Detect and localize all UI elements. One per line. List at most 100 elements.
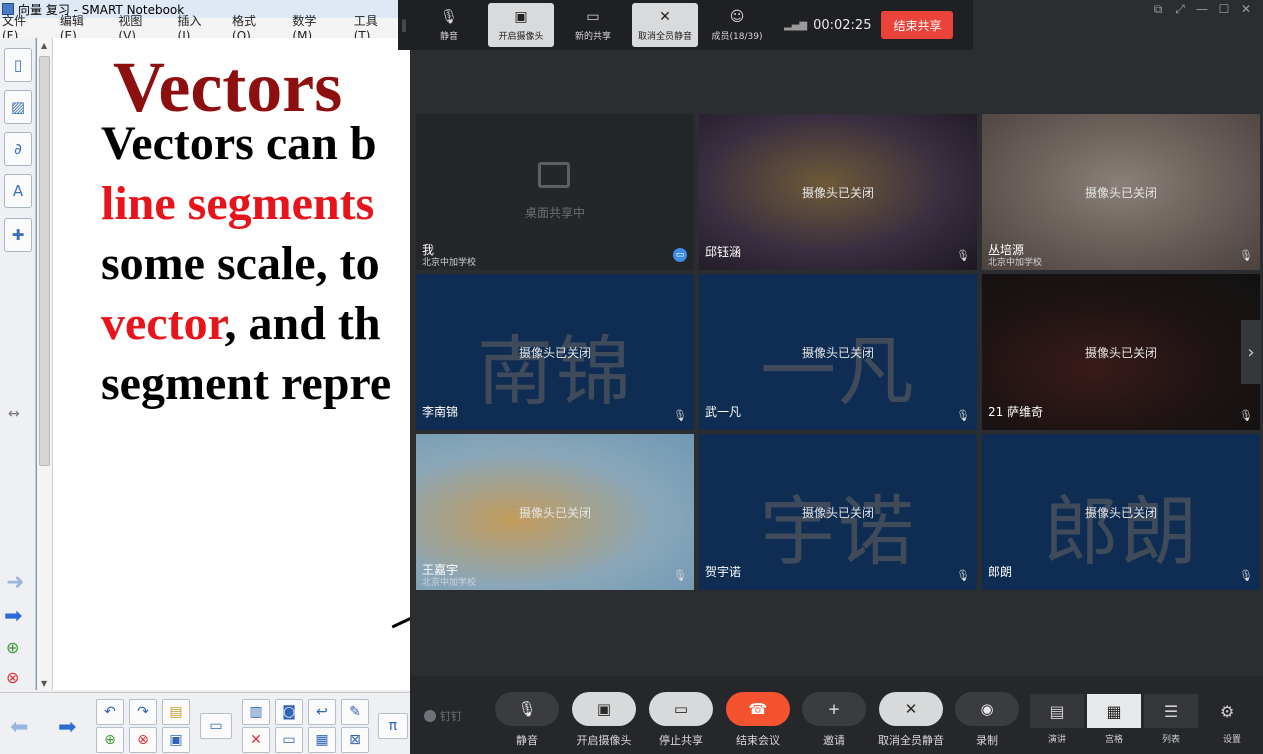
scroll-up-icon[interactable]: ▲ [41, 41, 47, 50]
slide-page[interactable]: Vectors Vectors can b line segments some s… [53, 38, 410, 690]
camera-off-icon: ▣ [514, 8, 528, 25]
mic-muted-icon: 🎙 [956, 409, 970, 422]
slide-text-line: Vectors can b [101, 116, 377, 171]
scroll-down-icon[interactable]: ▼ [41, 679, 47, 688]
toolbar-back-icon[interactable]: ⬅ [10, 715, 28, 740]
toolbar-item-label: 静音 [439, 31, 458, 42]
undo-icon[interactable]: ↶ [96, 699, 124, 725]
maximize-icon[interactable]: ☐ [1213, 2, 1235, 17]
fullscreen-icon[interactable]: ⤢ [1169, 2, 1191, 17]
end-share-button[interactable]: 结束共享 [881, 11, 954, 39]
paste-icon[interactable]: ▥ [242, 699, 270, 725]
invite-icon: + [827, 700, 841, 718]
participant-name: 武一凡 [705, 405, 742, 419]
next-page-arrow-icon[interactable]: › [1241, 320, 1261, 384]
toolbar-item[interactable]: ▣ 开启摄像头 [488, 3, 554, 47]
next-page-icon[interactable]: ➡ [4, 604, 22, 629]
pip-icon[interactable]: ⧉ [1147, 2, 1169, 17]
resize-handle-icon[interactable]: ↔ [8, 406, 20, 422]
delete-page-icon[interactable]: ⊗ [6, 668, 19, 687]
invite-button[interactable]: + [802, 692, 866, 726]
grid-view-button[interactable]: ▦ [1087, 694, 1141, 728]
ink-aware-icon[interactable]: ✎ [341, 699, 369, 725]
math-symbol-icon[interactable]: π [378, 713, 408, 739]
speaker-view-button[interactable]: ▤ [1030, 694, 1084, 728]
tile-status: 摄像头已关闭 [1084, 346, 1157, 360]
stop-share-button[interactable]: ▭ [649, 692, 713, 726]
redo-icon[interactable]: ↷ [129, 699, 157, 725]
dingtalk-logo-icon [424, 710, 436, 722]
microphone-icon: 🎙 [517, 700, 537, 718]
minimize-icon[interactable]: — [1191, 2, 1213, 17]
slide-text-line: segment repre [101, 356, 391, 411]
drag-handle-icon[interactable]: ‖ [398, 3, 410, 47]
participant-name: 贺宇诺 [705, 565, 742, 579]
mic-muted-icon: 🎙 [1239, 409, 1253, 422]
participant-tile[interactable]: 摄像头已关闭 21 萨维奇 🎙 [982, 274, 1260, 430]
mic-muted-icon: 🎙 [1239, 569, 1253, 582]
members-icon: ☺ [729, 8, 745, 25]
settings-icon[interactable]: ⚙ [1220, 702, 1234, 721]
toolbar-forward-icon[interactable]: ➡ [58, 715, 76, 740]
ink-stroke [391, 614, 410, 629]
participant-org: 北京中加学校 [422, 578, 477, 588]
toolbar-item[interactable]: 🎙 静音 [416, 3, 482, 47]
view-button-label: 列表 [1161, 735, 1180, 745]
share-toolbar: ‖ 🎙 静音 ▣ 开启摄像头 ▭ 新的共享 ✕ 取消全员静音 ☺ 成员(18/39) ▂▄▆ 00… [398, 0, 973, 50]
open-folder-icon[interactable]: ▤ [162, 699, 190, 725]
participant-tile[interactable]: 摄像头已关闭 王嘉宇 北京中加学校 🎙 [416, 434, 694, 590]
addons-icon[interactable]: ✚ [4, 218, 32, 252]
insert-page-icon[interactable]: ⊕ [96, 727, 124, 753]
camera-off-button[interactable]: ▣ [572, 692, 636, 726]
microphone-icon: 🎙 [440, 8, 458, 25]
reveal-icon[interactable]: ▭ [275, 727, 303, 753]
slide-text-run: , and th [224, 297, 381, 350]
tile-status: 桌面共享中 [524, 206, 585, 220]
toolbar-item[interactable]: ☺ 成员(18/39) [704, 3, 770, 47]
fit-icon[interactable]: ⊠ [341, 727, 369, 753]
mute-all-icon: ✕ [904, 700, 918, 718]
participant-tile[interactable]: 摄像头已关闭 丛培源 北京中加学校 🎙 [982, 114, 1260, 270]
participant-tile[interactable]: 摄像头已关闭 邱钰涵 🎙 [699, 114, 977, 270]
save-icon[interactable]: ▣ [162, 727, 190, 753]
gallery-icon[interactable]: ▨ [4, 90, 32, 124]
notebook-scrollbar[interactable]: ▲ ▼ [37, 38, 53, 690]
screen-mode-icon[interactable]: ▭ [200, 713, 232, 739]
list-view-button[interactable]: ☰ [1144, 694, 1198, 728]
remove-page-icon[interactable]: ⊗ [129, 727, 157, 753]
participant-tile[interactable]: 南锦 摄像头已关闭 李南锦 🎙 [416, 274, 694, 430]
mute-all-button[interactable]: ✕ [879, 692, 943, 726]
screen-capture-icon[interactable]: ◙ [275, 699, 303, 725]
microphone-button[interactable]: 🎙 [495, 692, 559, 726]
tile-status: 摄像头已关闭 [801, 346, 874, 360]
attachments-icon[interactable]: ∂ [4, 132, 32, 166]
participant-tile[interactable]: 郎朗 摄像头已关闭 郎朗 🎙 [982, 434, 1260, 590]
properties-icon[interactable]: A [4, 174, 32, 208]
settings-label: 设置 [1222, 735, 1241, 745]
previous-page-icon[interactable]: ➜ [6, 570, 24, 595]
delete-icon[interactable]: ✕ [242, 727, 270, 753]
grid-view-icon: ▦ [1106, 701, 1122, 721]
view-button-label: 演讲 [1047, 735, 1066, 745]
close-icon[interactable]: ✕ [1235, 2, 1257, 17]
mic-muted-icon: 🎙 [956, 249, 970, 262]
scroll-thumb[interactable] [39, 56, 50, 466]
participant-tile[interactable]: 宇诺 摄像头已关闭 贺宇诺 🎙 [699, 434, 977, 590]
sharing-badge-icon: ▭ [673, 248, 687, 262]
participant-tile[interactable]: 一凡 摄像头已关闭 武一凡 🎙 [699, 274, 977, 430]
record-icon: ◉ [980, 700, 994, 718]
hangup-button[interactable]: ☎ [726, 692, 790, 726]
view-button-label: 宫格 [1104, 735, 1123, 745]
page-sorter-icon[interactable]: ▯ [4, 48, 32, 82]
mic-muted-icon: 🎙 [673, 569, 687, 582]
add-page-icon[interactable]: ⊕ [6, 638, 19, 657]
toolbar-item[interactable]: ▭ 新的共享 [560, 3, 626, 47]
toolbar-item[interactable]: ✕ 取消全员静音 [632, 3, 698, 47]
record-button[interactable]: ◉ [955, 692, 1019, 726]
table-icon[interactable]: ▦ [308, 727, 336, 753]
meeting-controls: 钉钉 🎙 静音 ▣ 开启摄像头 ▭ 停止共享 ☎ 结束会议 + 邀请 ✕ 取消全员静音 ◉ 录制 ▤ 演讲 ▦… [410, 676, 1263, 754]
hangup-icon: ☎ [748, 700, 768, 718]
participant-tile[interactable]: 桌面共享中我北京中加学校 ▭ [416, 114, 694, 270]
share-toolbar-items: 🎙 静音 ▣ 开启摄像头 ▭ 新的共享 ✕ 取消全员静音 ☺ 成员(18/39) [410, 3, 770, 47]
screen-shade-icon[interactable]: ↩ [308, 699, 336, 725]
